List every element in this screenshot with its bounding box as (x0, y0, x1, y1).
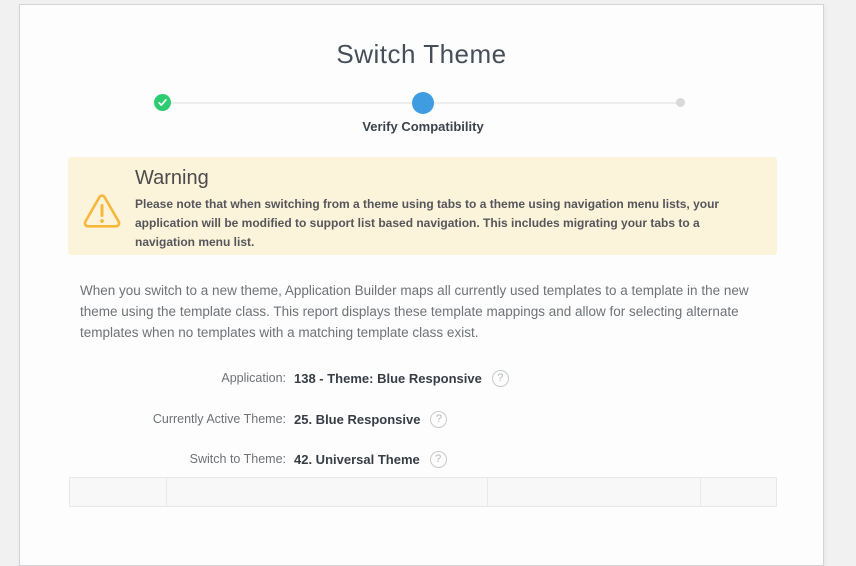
wizard-card: Switch Theme Verify Compatibility Warnin… (19, 4, 824, 566)
table-header-cell (167, 478, 488, 506)
detail-row-switch-theme: Switch to Theme: 42. Universal Theme ? (20, 450, 823, 468)
application-label: Application: (20, 371, 286, 385)
step-upcoming-marker (676, 98, 685, 107)
check-icon (158, 98, 167, 107)
warning-content: Warning Please note that when switching … (135, 167, 763, 252)
table-header-cell (701, 478, 776, 506)
switch-theme-value: 42. Universal Theme (294, 452, 420, 467)
step-current-marker (412, 92, 434, 114)
table-header-cell (488, 478, 701, 506)
warning-message: Please note that when switching from a t… (135, 195, 763, 252)
table-header-cell (70, 478, 167, 506)
page-title: Switch Theme (20, 39, 823, 70)
detail-row-application: Application: 138 - Theme: Blue Responsiv… (20, 369, 823, 387)
warning-triangle-icon (82, 193, 122, 230)
current-step-label: Verify Compatibility (273, 119, 573, 134)
switch-theme-label: Switch to Theme: (20, 452, 286, 466)
detail-row-current-theme: Currently Active Theme: 25. Blue Respons… (20, 410, 823, 428)
application-value: 138 - Theme: Blue Responsive (294, 371, 482, 386)
step-complete-marker (154, 94, 171, 111)
current-theme-value: 25. Blue Responsive (294, 412, 420, 427)
switch-theme-help-icon[interactable]: ? (430, 451, 447, 468)
intro-text: When you switch to a new theme, Applicat… (80, 280, 774, 343)
current-theme-help-icon[interactable]: ? (430, 411, 447, 428)
template-mapping-table-header (69, 477, 777, 507)
warning-banner: Warning Please note that when switching … (68, 157, 777, 255)
warning-title: Warning (135, 167, 763, 190)
current-theme-label: Currently Active Theme: (20, 412, 286, 426)
application-help-icon[interactable]: ? (492, 370, 509, 387)
